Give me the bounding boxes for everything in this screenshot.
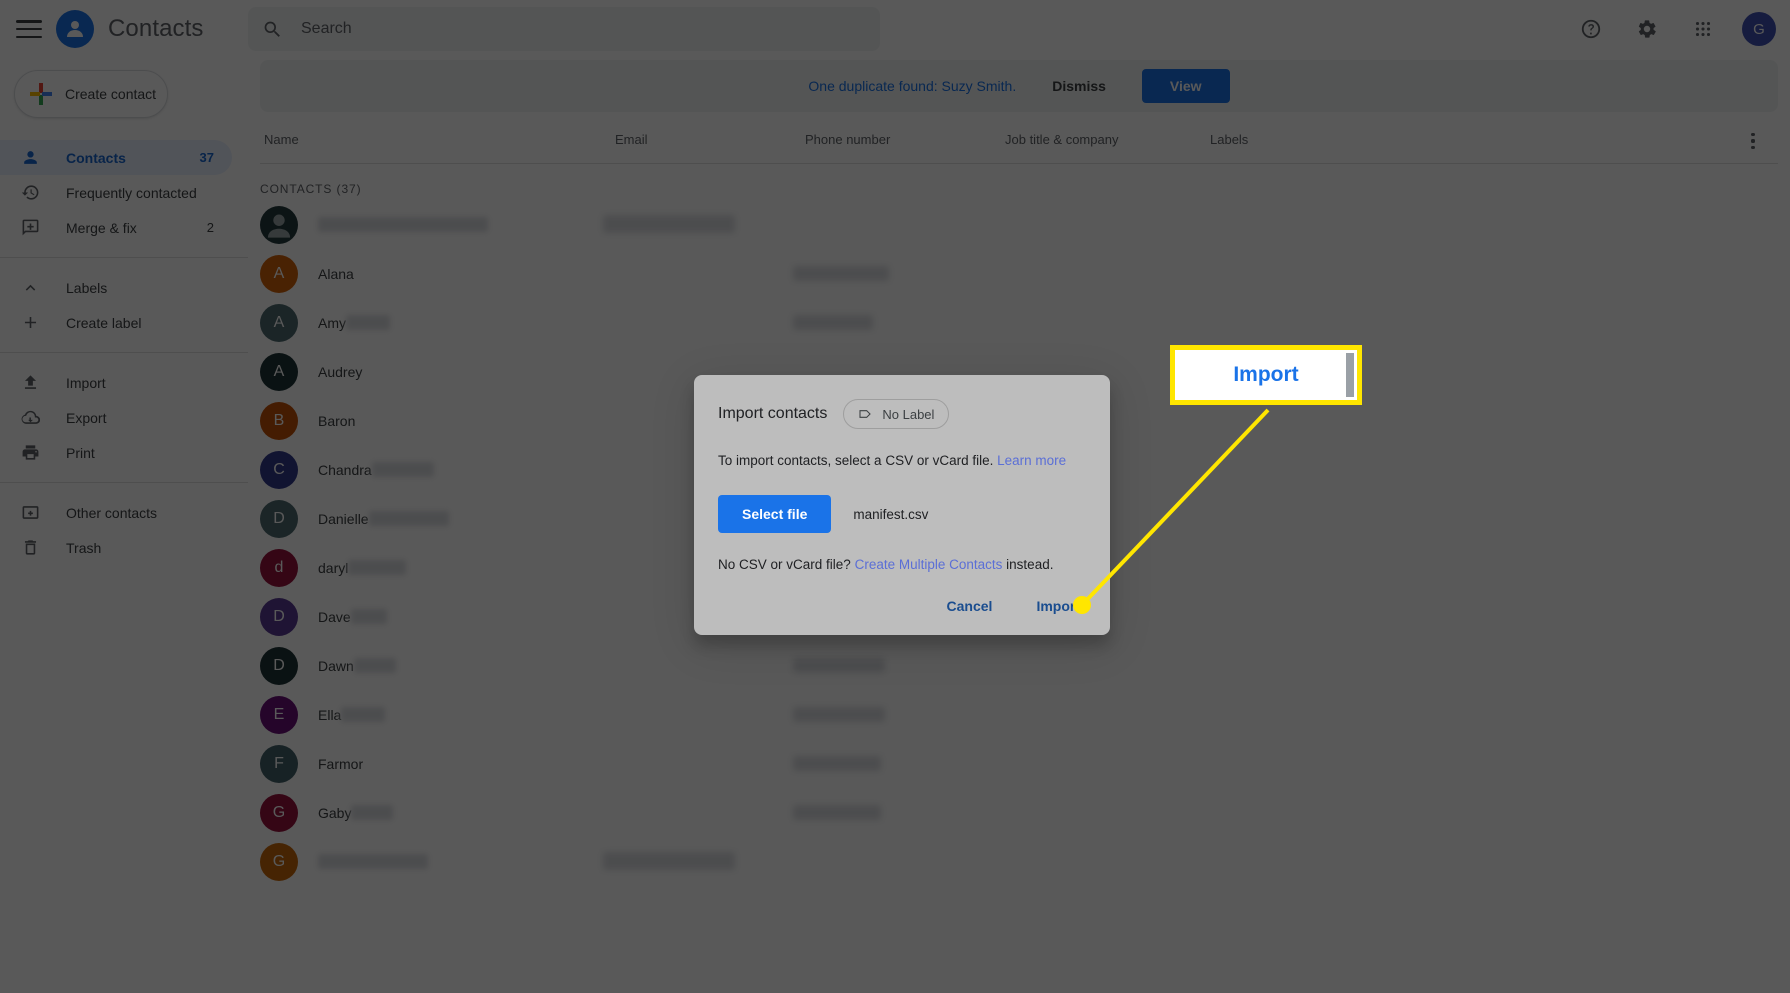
alternative-row: No CSV or vCard file? Create Multiple Co… [718,557,1086,572]
annotation-scrollbar-bar [1346,353,1354,397]
label-tag-icon [859,410,872,418]
select-file-button[interactable]: Select file [718,495,832,534]
selected-filename: manifest.csv [853,506,929,522]
dialog-body-text: To import contacts, select a CSV or vCar… [718,451,1086,471]
import-button[interactable]: Import [1026,589,1090,623]
dialog-body-sentence: To import contacts, select a CSV or vCar… [718,453,994,468]
create-multiple-contacts-link[interactable]: Create Multiple Contacts [855,557,1003,572]
alt-prefix: No CSV or vCard file? [718,557,851,573]
annotation-callout-text: Import [1233,363,1299,386]
dialog-title: Import contacts [718,405,828,422]
cancel-button[interactable]: Cancel [937,589,1003,623]
no-label-chip[interactable]: No Label [843,399,950,429]
learn-more-link[interactable]: Learn more [997,453,1066,468]
contacts-app-screenshot: Contacts G [0,0,1790,993]
annotation-callout-box: Import [1170,345,1362,405]
no-label-chip-text: No Label [882,406,935,422]
import-contacts-dialog: Import contacts No Label To import conta… [694,375,1110,635]
dialog-actions: Cancel Import [937,589,1090,623]
dialog-title-row: Import contacts No Label [718,399,1086,429]
file-select-row: Select file manifest.csv [718,495,1086,534]
alt-suffix: instead. [1006,557,1054,573]
